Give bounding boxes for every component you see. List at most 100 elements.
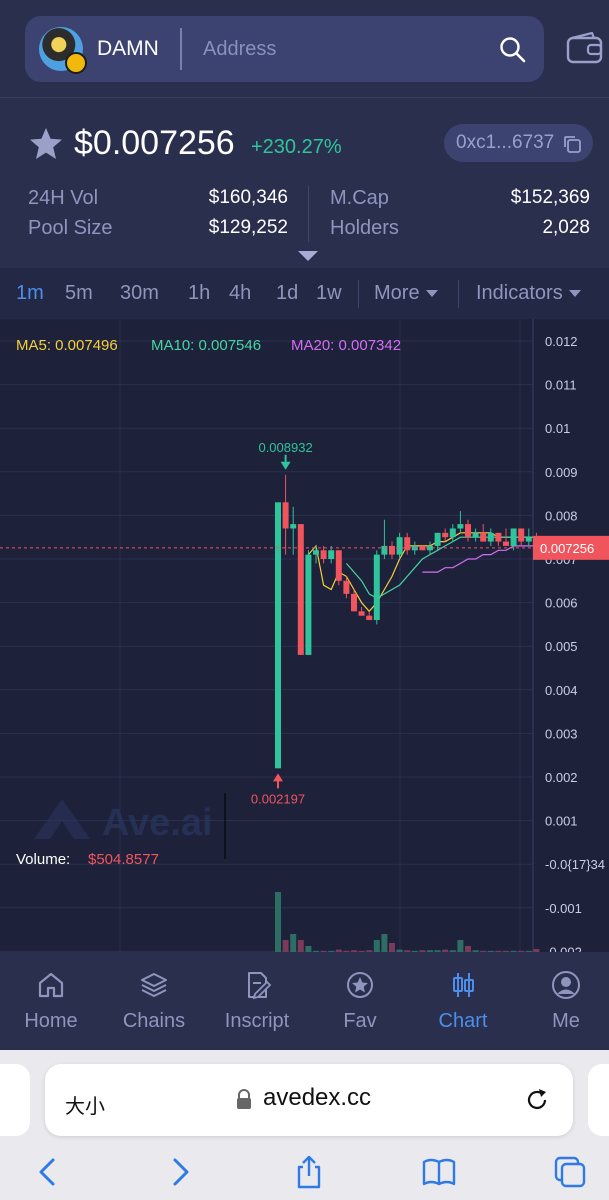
high-low-markers: 0.007256 0.008932 0.002197 [0, 440, 609, 806]
copy-icon[interactable] [562, 134, 582, 154]
reload-icon[interactable] [523, 1086, 551, 1114]
wallet-icon[interactable] [566, 32, 604, 66]
candle-body [465, 524, 471, 538]
candle-body [290, 524, 297, 529]
candle-body [442, 532, 449, 538]
y-tick-label: 0.008 [545, 508, 578, 523]
y-tick-label: 0.005 [545, 639, 578, 654]
nav-inscript[interactable]: Inscript [207, 970, 307, 1033]
address-bar[interactable]: 大小 avedex.cc [45, 1064, 573, 1136]
nav-home[interactable]: Home [1, 970, 101, 1033]
volume-value: $504.8577 [88, 851, 159, 868]
low-price-label: 0.002197 [251, 791, 305, 806]
nav-label-chains: Chains [122, 1010, 186, 1032]
address-search-input[interactable] [203, 33, 483, 65]
chevron-down-icon [425, 290, 438, 298]
nav-label-chart: Chart [438, 1010, 488, 1032]
candle-body [351, 593, 357, 612]
candle-body [518, 528, 525, 542]
nav-label-fav: Fav [343, 1010, 377, 1032]
ma10-legend: MA10: 0.007546 [151, 337, 262, 354]
interval-1m[interactable]: 1m [16, 282, 44, 305]
chart-grid [0, 319, 534, 952]
volume-bar [275, 892, 281, 952]
more-dropdown[interactable]: More [374, 282, 438, 305]
next-tab-preview[interactable] [588, 1064, 609, 1136]
watermark-text: Ave.ai [102, 802, 213, 844]
top-bar: DAMN [0, 0, 609, 98]
candle-body [373, 554, 380, 621]
price-axis: 0.0120.0110.010.0090.0080.0070.0060.0050… [545, 334, 605, 952]
candle-body [472, 532, 479, 538]
contract-address-pill[interactable]: 0xc1...6737 [444, 124, 593, 162]
browser-toolbar: 大小 avedex.cc [0, 1050, 609, 1200]
candle-body [282, 502, 289, 529]
ma20-legend: MA20: 0.007342 [291, 337, 402, 354]
interval-1h[interactable]: 1h [188, 282, 210, 305]
volume-bar [389, 943, 395, 952]
candlestick-icon [453, 973, 474, 997]
current-price-label: 0.007256 [540, 541, 594, 556]
volume-bar [297, 940, 304, 952]
candle-body [396, 537, 403, 555]
stat-label-holders: Holders [330, 217, 399, 239]
stat-value-pool-size: $129,252 [208, 217, 288, 238]
interval-1d[interactable]: 1d [276, 282, 298, 305]
url-text: avedex.cc [263, 1084, 372, 1111]
y-tick-label: -0.001 [545, 901, 582, 916]
volume-label: Volume: [16, 851, 71, 868]
nav-chains[interactable]: Chains [104, 970, 204, 1033]
ma5-legend: MA5: 0.007496 [16, 337, 118, 354]
collapse-arrow-icon[interactable] [298, 251, 318, 261]
candle-body [381, 545, 388, 555]
favorite-star-icon[interactable] [28, 126, 64, 162]
tabs-icon[interactable] [552, 1154, 588, 1190]
candles [275, 474, 540, 769]
stat-label-pool-size: Pool Size [28, 217, 113, 239]
lock-icon [237, 1089, 251, 1109]
candle-body [480, 532, 487, 542]
y-tick-label: -0.002 [545, 944, 582, 952]
stats-divider [308, 186, 309, 242]
nav-label-inscript: Inscript [224, 1010, 290, 1032]
y-tick-label: 0.002 [545, 770, 578, 785]
text-size-button[interactable]: 大小 [65, 1090, 105, 1119]
interval-1w[interactable]: 1w [316, 282, 342, 305]
nav-me[interactable]: Me [516, 970, 609, 1033]
high-arrow-icon [280, 461, 291, 470]
stat-value-mcap: $152,369 [510, 187, 590, 208]
nav-fav[interactable]: Fav [310, 970, 410, 1033]
y-tick-label: 0.003 [545, 726, 578, 741]
stat-value-24h-vol: $160,346 [208, 187, 288, 208]
interval-30m[interactable]: 30m [120, 282, 159, 305]
token-price: $0.007256 [74, 124, 235, 162]
search-icon[interactable] [499, 36, 527, 64]
bnb-chain-badge-icon [65, 52, 87, 74]
token-symbol[interactable]: DAMN [97, 37, 159, 61]
indicators-label: Indicators [476, 282, 563, 304]
y-tick-label: 0.006 [545, 596, 578, 611]
volume-bar [373, 940, 380, 952]
y-tick-label: 0.011 [545, 378, 577, 393]
candle-body [335, 550, 342, 581]
bookmarks-icon[interactable] [421, 1154, 457, 1190]
nav-chart[interactable]: Chart [413, 970, 513, 1033]
interval-divider [358, 280, 359, 308]
forward-arrow-icon[interactable] [162, 1154, 198, 1190]
y-tick-label: 0.012 [545, 334, 578, 349]
nav-label-me: Me [552, 1010, 580, 1032]
previous-tab-preview[interactable] [0, 1064, 30, 1136]
interval-5m[interactable]: 5m [65, 282, 93, 305]
high-price-label: 0.008932 [258, 440, 312, 455]
interval-4h[interactable]: 4h [229, 282, 251, 305]
y-tick-label: 0.004 [545, 683, 578, 698]
share-icon[interactable] [291, 1154, 327, 1190]
bottom-nav: Home Chains Inscript Fav Chart Me [0, 952, 609, 1050]
search-box[interactable]: DAMN [25, 16, 544, 82]
candle-body [457, 524, 464, 529]
price-chart[interactable]: Ave.ai 0.0120.0110.010.0090.0080.0070.00… [0, 319, 609, 952]
candle-body [503, 541, 509, 546]
candle-body [366, 615, 373, 621]
indicators-dropdown[interactable]: Indicators [476, 282, 581, 305]
back-arrow-icon[interactable] [30, 1154, 66, 1190]
